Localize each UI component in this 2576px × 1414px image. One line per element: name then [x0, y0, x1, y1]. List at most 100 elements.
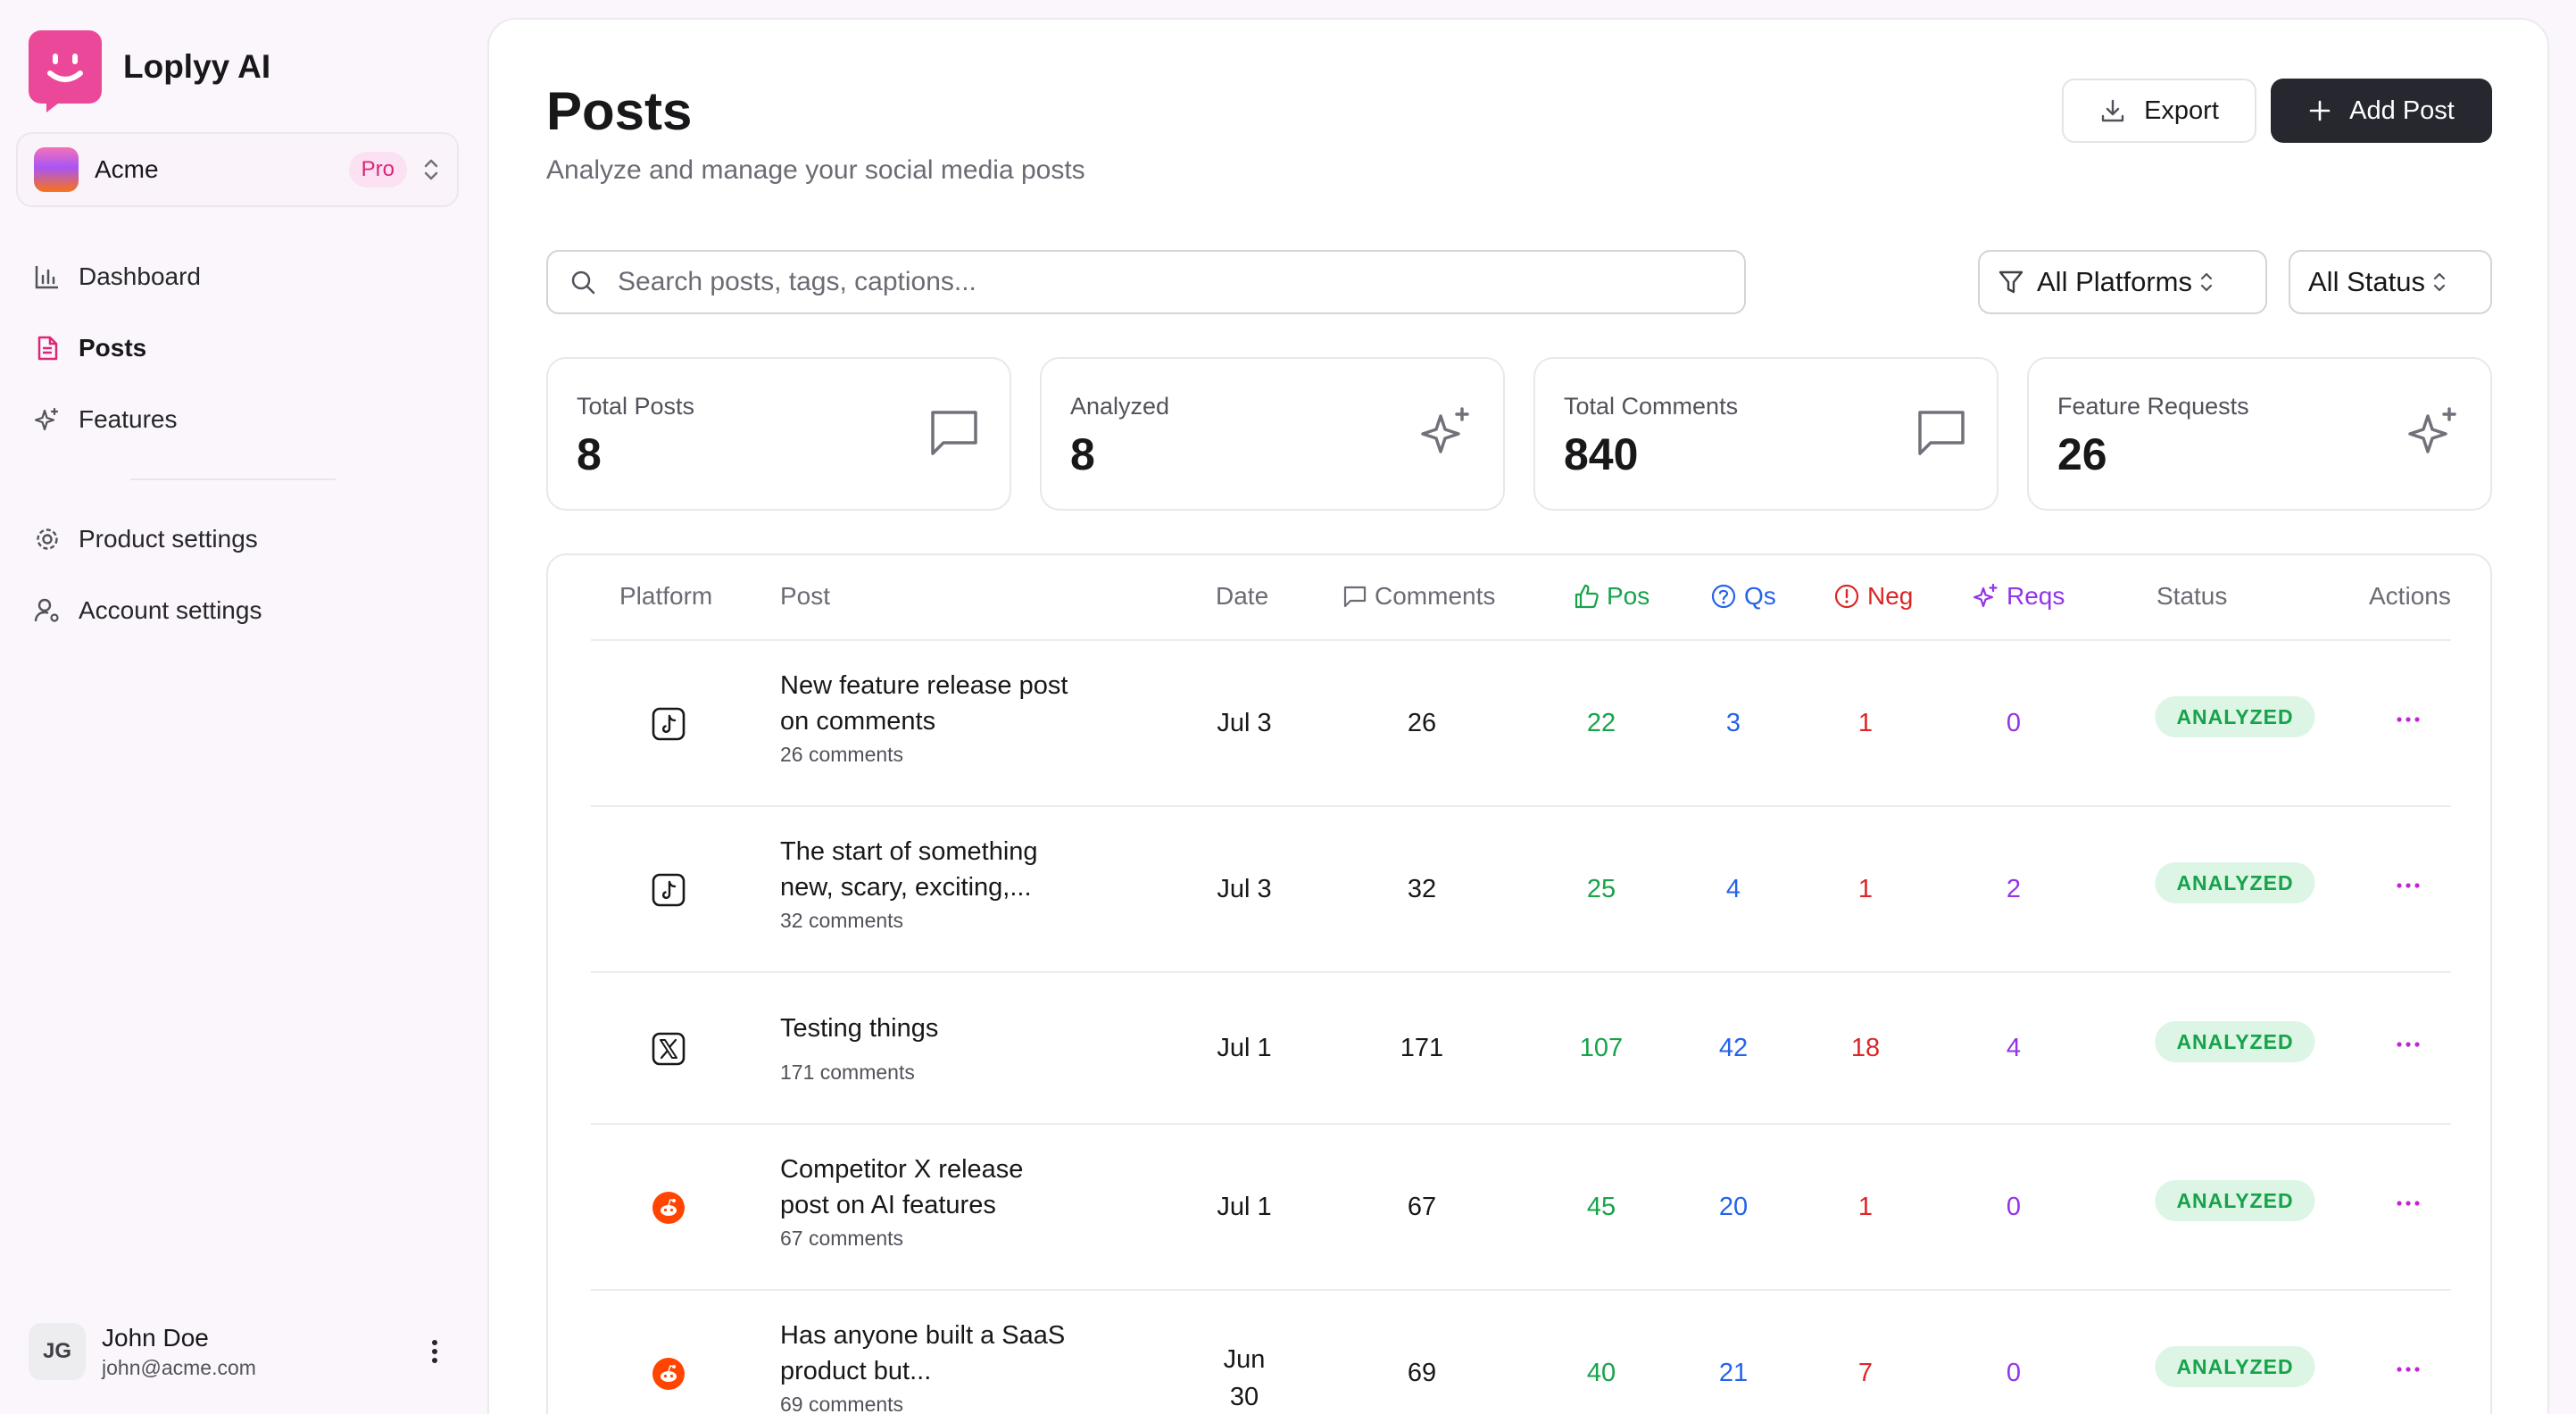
th-date[interactable]: Date [1216, 582, 1268, 611]
platform-filter[interactable]: All Platforms [1978, 250, 2267, 314]
post-cell[interactable]: Has anyone built a SaaS product but... 6… [780, 1318, 1075, 1414]
org-switcher[interactable]: Acme Pro [16, 132, 459, 207]
th-comments[interactable]: Comments [1342, 582, 1495, 611]
stat-card-total-comments: Total Comments 840 [1533, 357, 1998, 511]
qs-count: 3 [1725, 709, 1741, 737]
th-pos[interactable]: Pos [1573, 582, 1649, 611]
th-reqs-label: Reqs [2007, 582, 2065, 610]
qs-count: 4 [1725, 875, 1741, 903]
user-cog-icon [32, 595, 62, 626]
pos-count: 40 [1586, 1359, 1616, 1387]
message-square-icon [927, 405, 981, 463]
post-title[interactable]: Testing things [780, 1011, 1075, 1046]
sidebar-item-label: Features [79, 405, 178, 433]
sidebar-nav: Dashboard Posts Features Product setting… [32, 241, 452, 646]
th-qs[interactable]: Qs [1710, 582, 1776, 611]
table-row[interactable]: The start of something new, scary, excit… [591, 807, 2451, 973]
tiktok-icon [652, 873, 686, 907]
sidebar-item-label: Product settings [79, 525, 258, 553]
message-square-icon [1915, 405, 1968, 463]
tiktok-icon [652, 707, 686, 741]
more-horizontal-icon[interactable] [2397, 1350, 2420, 1380]
stat-label: Total Posts [577, 393, 695, 420]
platform-filter-value: All Platforms [2037, 266, 2192, 297]
gear-icon [32, 524, 62, 554]
main-content: Posts Analyze and manage your social med… [487, 18, 2549, 1414]
th-reqs[interactable]: Reqs [1973, 582, 2065, 611]
message-square-icon [1342, 584, 1367, 609]
table-row[interactable]: Has anyone built a SaaS product but... 6… [591, 1291, 2451, 1414]
thumbs-up-icon [1573, 583, 1600, 610]
neg-count: 18 [1850, 1034, 1881, 1062]
add-post-label: Add Post [2349, 96, 2455, 125]
status-filter[interactable]: All Status [2289, 250, 2492, 314]
pos-count: 45 [1586, 1193, 1616, 1221]
post-cell[interactable]: The start of something new, scary, excit… [780, 834, 1075, 933]
x-twitter-icon [652, 1032, 686, 1066]
plan-badge: Pro [348, 152, 407, 187]
sidebar-item-features[interactable]: Features [32, 384, 452, 455]
reqs-count: 0 [2006, 709, 2022, 737]
neg-count: 1 [1857, 875, 1874, 903]
th-qs-label: Qs [1744, 582, 1776, 610]
more-horizontal-icon[interactable] [2397, 700, 2420, 730]
brand-name: Loplyy AI [123, 48, 271, 85]
add-post-button[interactable]: Add Post [2271, 79, 2492, 143]
brand[interactable]: Loplyy AI [29, 30, 271, 112]
status-badge-label: ANALYZED [2155, 1021, 2315, 1062]
status-badge: ANALYZED [2155, 1021, 2315, 1062]
sidebar-item-dashboard[interactable]: Dashboard [32, 241, 452, 312]
status-badge-label: ANALYZED [2155, 1180, 2315, 1221]
stat-card-feature-requests: Feature Requests 26 [2027, 357, 2492, 511]
stats-row: Total Posts 8 Analyzed 8 Total Comments … [546, 357, 2492, 511]
search-bar[interactable] [546, 250, 1746, 314]
more-vertical-icon[interactable] [421, 1338, 448, 1365]
chevrons-up-down-icon [421, 157, 441, 182]
sidebar-item-posts[interactable]: Posts [32, 312, 452, 384]
post-title[interactable]: Competitor X release post on AI features [780, 1152, 1075, 1223]
th-comments-label: Comments [1375, 582, 1496, 610]
post-date: Jul 3 [1217, 875, 1272, 903]
qs-count: 21 [1718, 1359, 1749, 1387]
sidebar-item-label: Posts [79, 334, 147, 362]
post-title[interactable]: Has anyone built a SaaS product but... [780, 1318, 1075, 1389]
post-comment-count: 69 comments [780, 1393, 904, 1414]
post-title[interactable]: New feature release post on comments [780, 668, 1075, 739]
table-row[interactable]: Competitor X release post on AI features… [591, 1125, 2451, 1291]
stat-card-total-posts: Total Posts 8 [546, 357, 1011, 511]
more-horizontal-icon[interactable] [2397, 1184, 2420, 1214]
page-title: Posts [546, 81, 693, 141]
comments-count: 67 [1407, 1193, 1437, 1221]
stat-label: Analyzed [1070, 393, 1170, 420]
post-comment-count: 67 comments [780, 1227, 904, 1250]
post-cell[interactable]: Competitor X release post on AI features… [780, 1152, 1075, 1251]
comments-count: 69 [1407, 1359, 1437, 1387]
export-button[interactable]: Export [2062, 79, 2256, 143]
table-row[interactable]: New feature release post on comments 26 … [591, 641, 2451, 807]
post-date: Jun 30 [1223, 1345, 1266, 1411]
sidebar-item-account-settings[interactable]: Account settings [32, 575, 452, 646]
sparkles-icon [2406, 405, 2462, 465]
status-badge-label: ANALYZED [2155, 862, 2315, 903]
th-status[interactable]: Status [2156, 582, 2227, 611]
qs-count: 20 [1718, 1193, 1749, 1221]
neg-count: 1 [1857, 1193, 1874, 1221]
th-neg[interactable]: Neg [1833, 582, 1913, 611]
post-cell[interactable]: New feature release post on comments 26 … [780, 668, 1075, 767]
th-platform[interactable]: Platform [619, 582, 712, 611]
th-post[interactable]: Post [780, 582, 830, 611]
post-comment-count: 171 comments [780, 1060, 915, 1084]
table-row[interactable]: Testing things 171 comments Jul 1 171 10… [591, 973, 2451, 1125]
search-input[interactable] [618, 267, 1723, 297]
filter-icon [1998, 269, 2024, 295]
sparkles-icon [1419, 405, 1475, 465]
comments-count: 26 [1407, 709, 1437, 737]
more-horizontal-icon[interactable] [2397, 1025, 2420, 1055]
status-badge: ANALYZED [2155, 1346, 2315, 1387]
post-title[interactable]: The start of something new, scary, excit… [780, 834, 1075, 905]
sidebar-item-product-settings[interactable]: Product settings [32, 503, 452, 575]
user-card[interactable]: JG John Doe john@acme.com [29, 1319, 448, 1384]
more-horizontal-icon[interactable] [2397, 866, 2420, 896]
post-cell[interactable]: Testing things 171 comments [780, 1011, 1075, 1085]
th-pos-label: Pos [1607, 582, 1650, 610]
